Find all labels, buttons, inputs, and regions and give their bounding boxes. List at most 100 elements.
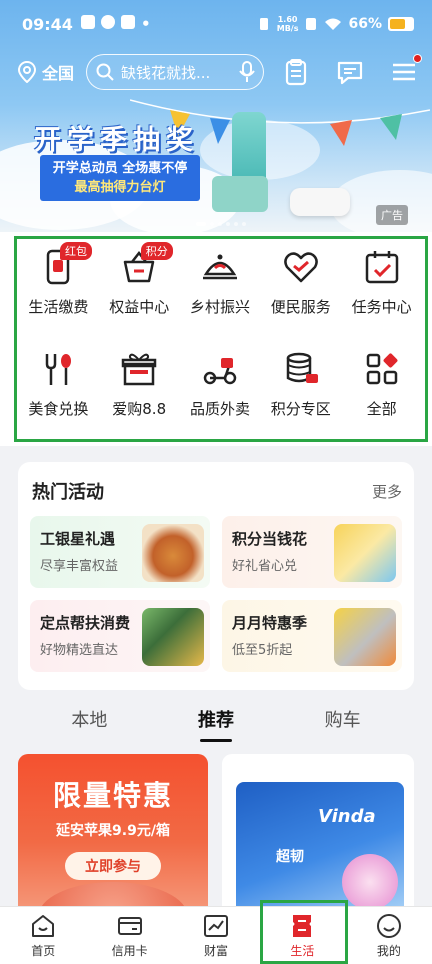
search-input[interactable]: 缺钱花就找... — [86, 54, 265, 90]
menu-button[interactable] — [390, 54, 422, 86]
more-link[interactable]: 更多 — [372, 481, 402, 502]
nav-mine[interactable]: 我的 — [346, 907, 432, 964]
wifi-icon — [325, 18, 342, 30]
coin-stack-icon — [286, 352, 318, 383]
grid-item-label: 乡村振兴 — [189, 298, 250, 316]
activity-card[interactable]: 积分当钱花 好礼省心兑 — [222, 516, 402, 588]
grid-item-label: 品质外卖 — [189, 400, 250, 418]
grid-item-all[interactable]: 全部 — [341, 346, 422, 426]
tab-local[interactable]: 本地 — [71, 706, 107, 738]
location-pin-icon — [18, 61, 36, 83]
tissue-brand: Vinda — [318, 806, 376, 827]
nav-label: 财富 — [204, 943, 229, 958]
grid-item-task-center[interactable]: 任务中心 — [341, 244, 422, 324]
app-notification-icon — [100, 15, 115, 29]
sim-icon — [306, 18, 317, 30]
status-bar: 09:44 • 1.60 MB/s 66% — [0, 0, 432, 48]
grid-item-label: 生活缴费 — [28, 298, 89, 316]
grid-badge: 红包 — [60, 242, 92, 260]
feed-card-apple[interactable]: 限量特惠 延安苹果9.9元/箱 立即参与 — [18, 754, 208, 914]
nav-label: 生活 — [290, 943, 315, 958]
activity-image — [142, 608, 204, 666]
grid-item-rural-revitalization[interactable]: 乡村振兴 — [180, 244, 261, 324]
battery-icon — [388, 17, 414, 31]
tiktok-notification-icon — [80, 15, 95, 29]
grid-item-label: 积分专区 — [270, 400, 331, 418]
grid-item-food-exchange[interactable]: 美食兑换 — [18, 346, 99, 426]
banner-promo-box[interactable]: 开学总动员 全场惠不停 最高抽得力台灯 — [40, 155, 200, 201]
search-icon — [96, 63, 114, 81]
grid-item-food-delivery[interactable]: 品质外卖 — [180, 346, 261, 426]
nav-home[interactable]: 首页 — [0, 907, 86, 964]
fork-spoon-icon — [46, 354, 72, 385]
grid-item-rights-center[interactable]: 积分 权益中心 — [99, 242, 180, 324]
nav-wealth[interactable]: 财富 — [173, 907, 259, 964]
life-ticket-icon — [293, 914, 312, 937]
calendar-check-icon — [365, 251, 398, 284]
grid-item-points-zone[interactable]: 积分专区 — [260, 346, 341, 426]
profile-smile-icon — [376, 913, 401, 938]
carousel-indicator — [196, 222, 246, 226]
apps-grid-icon — [366, 353, 398, 385]
message-notification-icon — [120, 15, 135, 29]
activity-image — [334, 524, 396, 582]
grid-item-label: 全部 — [366, 400, 397, 418]
vibrate-icon — [259, 18, 268, 30]
grid-item-label: 便民服务 — [270, 298, 331, 316]
location-label: 全国 — [42, 64, 75, 83]
grid-item-convenience[interactable]: 便民服务 — [260, 244, 341, 324]
top-nav: 全国 缺钱花就找... — [0, 52, 432, 92]
heart-hands-icon — [283, 252, 318, 283]
grid-badge: 积分 — [140, 242, 173, 260]
battery-percent: 66% — [348, 16, 382, 32]
grid-item-label: 权益中心 — [109, 298, 170, 316]
activity-image — [142, 524, 204, 582]
dish-cover-icon — [202, 254, 237, 280]
nav-life[interactable]: 生活 — [259, 907, 345, 964]
hamburger-menu-icon — [393, 63, 415, 81]
feed-card-tissue[interactable]: Vinda 超韧 — [222, 754, 414, 914]
activity-card[interactable]: 定点帮扶消费 好物精选直达 — [30, 600, 210, 672]
grid-item-label: 美食兑换 — [28, 400, 89, 418]
flower-decoration — [342, 854, 398, 910]
clock-illustration — [290, 188, 350, 216]
card-subtitle: 延安苹果9.9元/箱 — [56, 823, 170, 839]
card-title: 限量特惠 — [52, 779, 173, 812]
gift-box-icon — [121, 353, 157, 386]
nav-label: 我的 — [376, 943, 401, 958]
grid-item-label: 爱购8.8 — [112, 400, 167, 418]
location-selector[interactable]: 全国 — [18, 60, 74, 84]
microphone-icon[interactable] — [239, 61, 255, 83]
section-title: 热门活动 — [32, 482, 104, 503]
nav-label: 首页 — [31, 943, 56, 958]
scooter-icon — [203, 358, 237, 385]
feed-tabs: 本地 推荐 购车 — [0, 700, 432, 744]
activity-card[interactable]: 月月特惠季 低至5折起 — [222, 600, 402, 672]
tissue-product: 超韧 — [276, 849, 304, 865]
credit-card-icon — [117, 916, 142, 935]
join-button[interactable]: 立即参与 — [65, 852, 161, 880]
tab-recommend[interactable]: 推荐 — [198, 706, 234, 742]
more-dots-icon: • — [140, 15, 151, 33]
grid-item-life-payment[interactable]: 红包 生活缴费 — [18, 242, 99, 324]
gift-illustration — [212, 176, 268, 212]
banner-line2: 最高抽得力台灯 — [74, 180, 166, 195]
grid-item-aigou[interactable]: 爱购8.8 — [99, 346, 180, 426]
status-time: 09:44 — [22, 14, 73, 34]
home-icon — [32, 914, 55, 937]
wealth-chart-icon — [204, 914, 229, 937]
bottom-nav: 首页 信用卡 财富 生活 我的 — [0, 906, 432, 964]
hot-activities-card: 热门活动 更多 工银星礼遇 尽享丰富权益 积分当钱花 好礼省心兑 定点帮扶消费 … — [18, 462, 414, 690]
search-placeholder: 缺钱花就找... — [121, 63, 211, 82]
banner-line1: 开学总动员 全场惠不停 — [52, 161, 188, 176]
nav-credit-card[interactable]: 信用卡 — [86, 907, 172, 964]
nav-label: 信用卡 — [111, 943, 148, 958]
activity-card[interactable]: 工银星礼遇 尽享丰富权益 — [30, 516, 210, 588]
tab-car[interactable]: 购车 — [325, 706, 361, 738]
ad-label: 广告 — [376, 205, 408, 225]
message-icon[interactable] — [336, 58, 364, 86]
banner-title[interactable]: 开学季抽奖 — [34, 118, 199, 157]
clipboard-icon[interactable] — [282, 58, 310, 86]
grid-item-label: 任务中心 — [351, 298, 412, 316]
function-grid: 红包 生活缴费 积分 权益中心 乡村振兴 便民服务 任务中心 美食兑换 爱购8.… — [18, 242, 422, 426]
